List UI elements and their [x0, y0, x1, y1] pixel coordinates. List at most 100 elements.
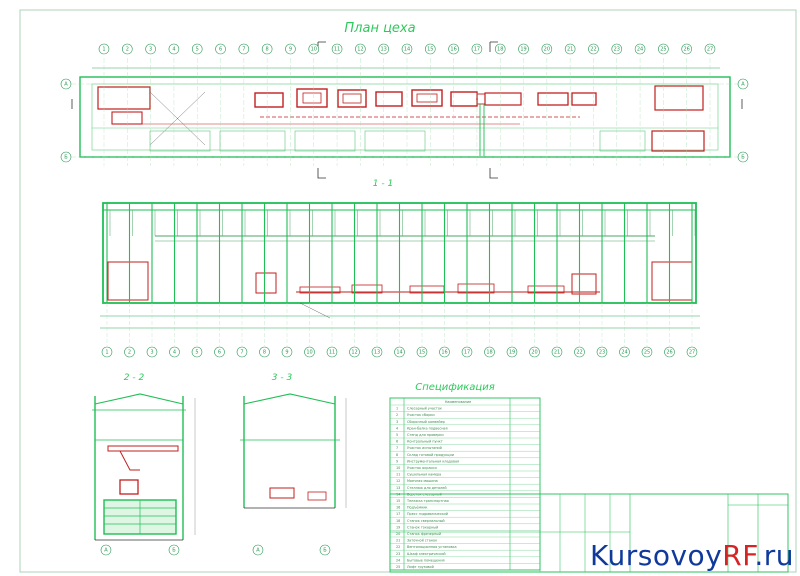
section-1-axis-label: 6: [218, 350, 221, 356]
spec-row-name: Участок окраски: [407, 466, 437, 470]
watermark-part-3: .ru: [754, 539, 794, 572]
row-label-b-left: Б: [64, 155, 68, 161]
spec-row-number: 8: [396, 453, 398, 457]
spec-row-number: 17: [396, 512, 400, 516]
section-1-axis-label: 23: [599, 350, 605, 356]
plan-axis-label: 15: [427, 47, 433, 53]
drawing-sheet: План цеха 1 2 3 4 5 6 7 8 9 10 11 12 13 …: [19, 9, 797, 573]
section-1-axis-label: 3: [150, 350, 153, 356]
spec-header: Наименование: [445, 400, 471, 404]
section-1-axis-label: 11: [329, 350, 335, 356]
section-1-axis-label: 1: [105, 350, 108, 356]
spec-row-name: Бытовые помещения: [407, 558, 445, 562]
plan-top-axis: 1 2 3 4 5 6 7 8 9 10 11 12 13 14 15 16 17 18 19 20 21 22 23 24 2…: [98, 43, 716, 55]
section-1-axis-label: 12: [351, 350, 357, 356]
section-1-axis: 1 2 3 4 5 6 7 8 9 10 11 12 13 14 15 16 17 18 19 20 21 22 23 24 2…: [101, 346, 698, 358]
section-1-axis-label: 9: [285, 350, 288, 356]
spec-row-name: Станок сверлильный: [407, 519, 445, 523]
spec-row-number: 10: [396, 466, 400, 470]
spec-row-name: Лифт грузовой: [407, 565, 434, 569]
row-label-a-left: А: [64, 82, 68, 88]
section-1-axis-label: 4: [173, 350, 176, 356]
spec-row-name: Пресс гидравлический: [407, 512, 448, 516]
plan-axis-label: 20: [544, 47, 550, 53]
section-1-title: 1 - 1: [373, 179, 393, 189]
plan-axis-label: 17: [474, 47, 480, 53]
section-1-axis-label: 26: [666, 350, 672, 356]
spec-row-name: Склад готовой продукции: [407, 453, 454, 457]
plan-axis-label: 9: [289, 47, 292, 53]
plan-axis-label: 18: [497, 47, 503, 53]
equipment-7: [484, 92, 522, 106]
equipment-3: [337, 89, 367, 108]
spec-row-name: Сборочный конвейер: [407, 420, 445, 424]
spec-row-name: Тележка транспортная: [406, 499, 449, 503]
section-1-axis-label: 22: [576, 350, 582, 356]
spec-row-number: 16: [396, 506, 400, 510]
plan-axis-label: 21: [567, 47, 573, 53]
plan-zone-left: [97, 86, 151, 110]
section-1-axis-label: 7: [240, 350, 243, 356]
section-1-axis-label: 20: [531, 350, 537, 356]
spec-row-number: 23: [396, 552, 400, 556]
spec-row-name: Подъёмник: [407, 506, 427, 510]
plan-view: [70, 41, 743, 179]
spec-row-number: 12: [396, 479, 400, 483]
section-1-axis-label: 10: [306, 350, 312, 356]
s3-label-b: Б: [323, 548, 327, 554]
spec-row-name: Контрольный пункт: [407, 440, 443, 444]
section-1-axis-label: 13: [374, 350, 380, 356]
spec-row-name: Вентиляционная установка: [407, 545, 457, 549]
spec-row-number: 6: [396, 440, 398, 444]
plan-axis-label: 27: [707, 47, 713, 53]
spec-row-name: Стеллаж для деталей: [407, 486, 447, 490]
section-1-axis-label: 27: [689, 350, 695, 356]
spec-row-number: 3: [396, 420, 398, 424]
spec-row-number: 2: [396, 413, 398, 417]
section-1-axis-label: 14: [396, 350, 402, 356]
spec-row-number: 4: [396, 426, 398, 430]
spec-row-name: Станок фрезерный: [407, 532, 441, 536]
drawing-page: План цеха 1 2 3 4 5 6 7 8 9 10 11 12 13 …: [0, 0, 800, 576]
spec-row-name: Шкаф электрический: [407, 552, 446, 556]
plan-axis-label: 14: [404, 47, 410, 53]
spec-row-name: Участок сборки: [407, 413, 435, 417]
plan-axis-label: 1: [102, 47, 105, 53]
section-1-axis-label: 24: [621, 350, 627, 356]
spec-row-number: 9: [396, 459, 398, 463]
plan-title: План цеха: [344, 21, 415, 36]
section-1-axis-label: 5: [195, 350, 198, 356]
plan-axis-label: 23: [614, 47, 620, 53]
plan-axis-label: 6: [219, 47, 222, 53]
spec-row-name: Заточной станок: [407, 539, 437, 543]
spec-row-name: Станок токарный: [407, 525, 438, 529]
section-1-axis-label: 25: [644, 350, 650, 356]
section-1-axis-label: 15: [419, 350, 425, 356]
section-1-axis-label: 16: [441, 350, 447, 356]
section-1-axis-label: 18: [486, 350, 492, 356]
equipment-8: [537, 92, 569, 106]
spec-row-name: Кран-балка подвесная: [407, 426, 448, 430]
plan-axis-label: 2: [126, 47, 129, 53]
spec-row-name: Стенд для проверки: [407, 433, 444, 437]
section-1-columns: [106, 203, 696, 346]
equipment-6: [450, 91, 478, 107]
spec-row-number: 5: [396, 433, 398, 437]
spec-row-number: 13: [396, 486, 400, 490]
plan-axis-label: 10: [311, 47, 317, 53]
spec-row-number: 15: [396, 499, 400, 503]
spec-rows: 1 Слесарный участок 2 Участок сборки 3 Сбороч…: [390, 404, 540, 569]
spec-row-name: Слесарный участок: [407, 407, 442, 411]
section-2-view: А Б: [92, 393, 196, 556]
section-1-axis-label: 19: [509, 350, 515, 356]
spec-row-number: 7: [396, 446, 398, 450]
plan-axis-label: 25: [660, 47, 666, 53]
spec-row-number: 20: [396, 532, 400, 536]
spec-row-number: 21: [396, 539, 400, 543]
row-label-a-right: А: [741, 82, 745, 88]
spec-row-number: 1: [396, 407, 398, 411]
plan-axis-label: 5: [196, 47, 199, 53]
plan-axis-label: 11: [334, 47, 340, 53]
plan-axis-label: 24: [637, 47, 643, 53]
plan-axis-label: 8: [266, 47, 269, 53]
